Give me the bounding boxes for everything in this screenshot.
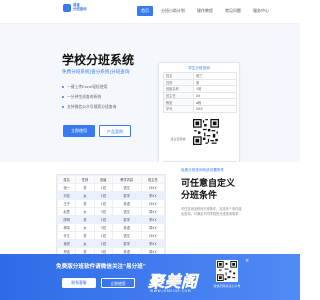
feature-tag: 免费分班查询系统设置条件: [181, 168, 225, 172]
banner-text: 免费版分班软件请微信关注"易分班": [56, 264, 146, 270]
qr-code-icon: [193, 119, 219, 145]
banner-use-now-button[interactable]: 立即使用: [101, 278, 135, 288]
sample-data-table: 姓名 性别 班级 教学内容 班主任 张一男 1班 语文 孙XX 刘佳女 2班 数学 李XX …: [56, 174, 166, 264]
nav-item-tutorial[interactable]: 操作教程: [193, 6, 217, 16]
hero-section: 学校分班系统 免费分班系统|查分系统|分班查询 一键上传Excel轻松使用 一分…: [0, 24, 300, 172]
hero-bullet: 一分钟生成查询系统: [62, 94, 116, 100]
hero-bullet-list: 一键上传Excel轻松使用 一分钟生成查询系统 支持微信公众号搜索分班查询: [62, 84, 116, 115]
table-header-row: 姓名 性别 班级 教学内容 班主任: [57, 175, 165, 184]
table-row: 刘佳女 2班 数学 李XX: [57, 191, 165, 200]
card-title: 学生分班查询: [188, 66, 210, 70]
column-header: 班级: [93, 175, 113, 184]
close-icon[interactable]: ×: [245, 258, 249, 264]
nav-item-plan[interactable]: 分班小助计划: [157, 6, 189, 16]
feature-title: 可任意自定义分班条件: [181, 179, 236, 201]
nav-item-faq[interactable]: 常见问题: [221, 6, 245, 16]
result-table: 姓名 张三 性别男 班级名称 1班 班主任 XX 教室 A栋 学号 XXX: [163, 72, 237, 113]
table-row: 王子男 1班 英语 孙XX: [57, 199, 165, 208]
table-row: 吴悦女 2班 数学 李XX: [57, 239, 165, 248]
contact-service-button[interactable]: 联系客服: [62, 278, 96, 288]
site-logo[interactable]: 易查 分班查询: [63, 4, 87, 12]
watermark-url: WWW.JUMEIGE.COM: [150, 289, 192, 293]
teacher-wechat-label: 班主任微信: [170, 137, 186, 141]
result-row: 学号 XXX: [163, 104, 237, 113]
column-header: 姓名: [57, 175, 77, 184]
table-row: 林晓女 3班 英语 周XX: [57, 223, 165, 232]
column-header: 性别: [75, 175, 95, 184]
feature-description: 可任意添加修改分班条件，支持多个条件组合查询，可满足不同学校的分班查询需求: [181, 207, 242, 216]
column-header: 班主任: [140, 175, 165, 184]
product-cases-button[interactable]: 产品案例: [99, 125, 131, 137]
table-row: 许文男 1班 语文 孙XX: [57, 231, 165, 240]
result-row: 姓名 张三: [163, 72, 237, 80]
bullet-dot-icon: [62, 86, 64, 88]
hero-bullet: 一键上传Excel轻松使用: [62, 84, 116, 90]
bullet-dot-icon: [62, 106, 64, 109]
qr-caption: 微信扫码关注公众号: [213, 284, 241, 288]
table-row: 张一男 1班 语文 孙XX: [57, 183, 165, 192]
nav-item-home[interactable]: 首页: [137, 6, 153, 16]
result-row: 班主任 XX: [163, 91, 237, 100]
result-row: 班级名称 1班: [163, 85, 237, 93]
column-header: 教学内容: [111, 175, 142, 184]
logo-icon: [63, 4, 71, 12]
logo-line-2: 分班查询: [73, 7, 87, 11]
use-now-button[interactable]: 立即使用: [63, 125, 95, 137]
table-row: 赵思女 3班 语文 周XX: [57, 207, 165, 216]
result-row: 教室 A栋: [163, 98, 237, 106]
nav-item-service[interactable]: 服务中心: [249, 6, 273, 16]
hero-title: 学校分班系统: [62, 53, 135, 67]
top-nav-bar: 易查 分班查询 首页 分班小助计划 操作教程 常见问题 服务中心: [0, 0, 300, 24]
table-row: 陈明男 2班 数学 李XX: [57, 215, 165, 224]
query-result-card: 学生分班查询 姓名 张三 性别男 班级名称 1班 班主任 XX 教室 A栋 学号 XXX …: [158, 62, 240, 172]
bullet-dot-icon: [62, 96, 64, 99]
main-nav: 首页 分班小助计划 操作教程 常见问题 服务中心: [137, 6, 277, 16]
hero-subtitle: 免费分班系统|查分系统|分班查询: [62, 70, 130, 75]
wechat-qr-code-icon: [216, 260, 238, 282]
hero-bullet: 支持微信公众号搜索分班查询: [62, 104, 116, 110]
result-row: 性别男: [163, 78, 237, 87]
